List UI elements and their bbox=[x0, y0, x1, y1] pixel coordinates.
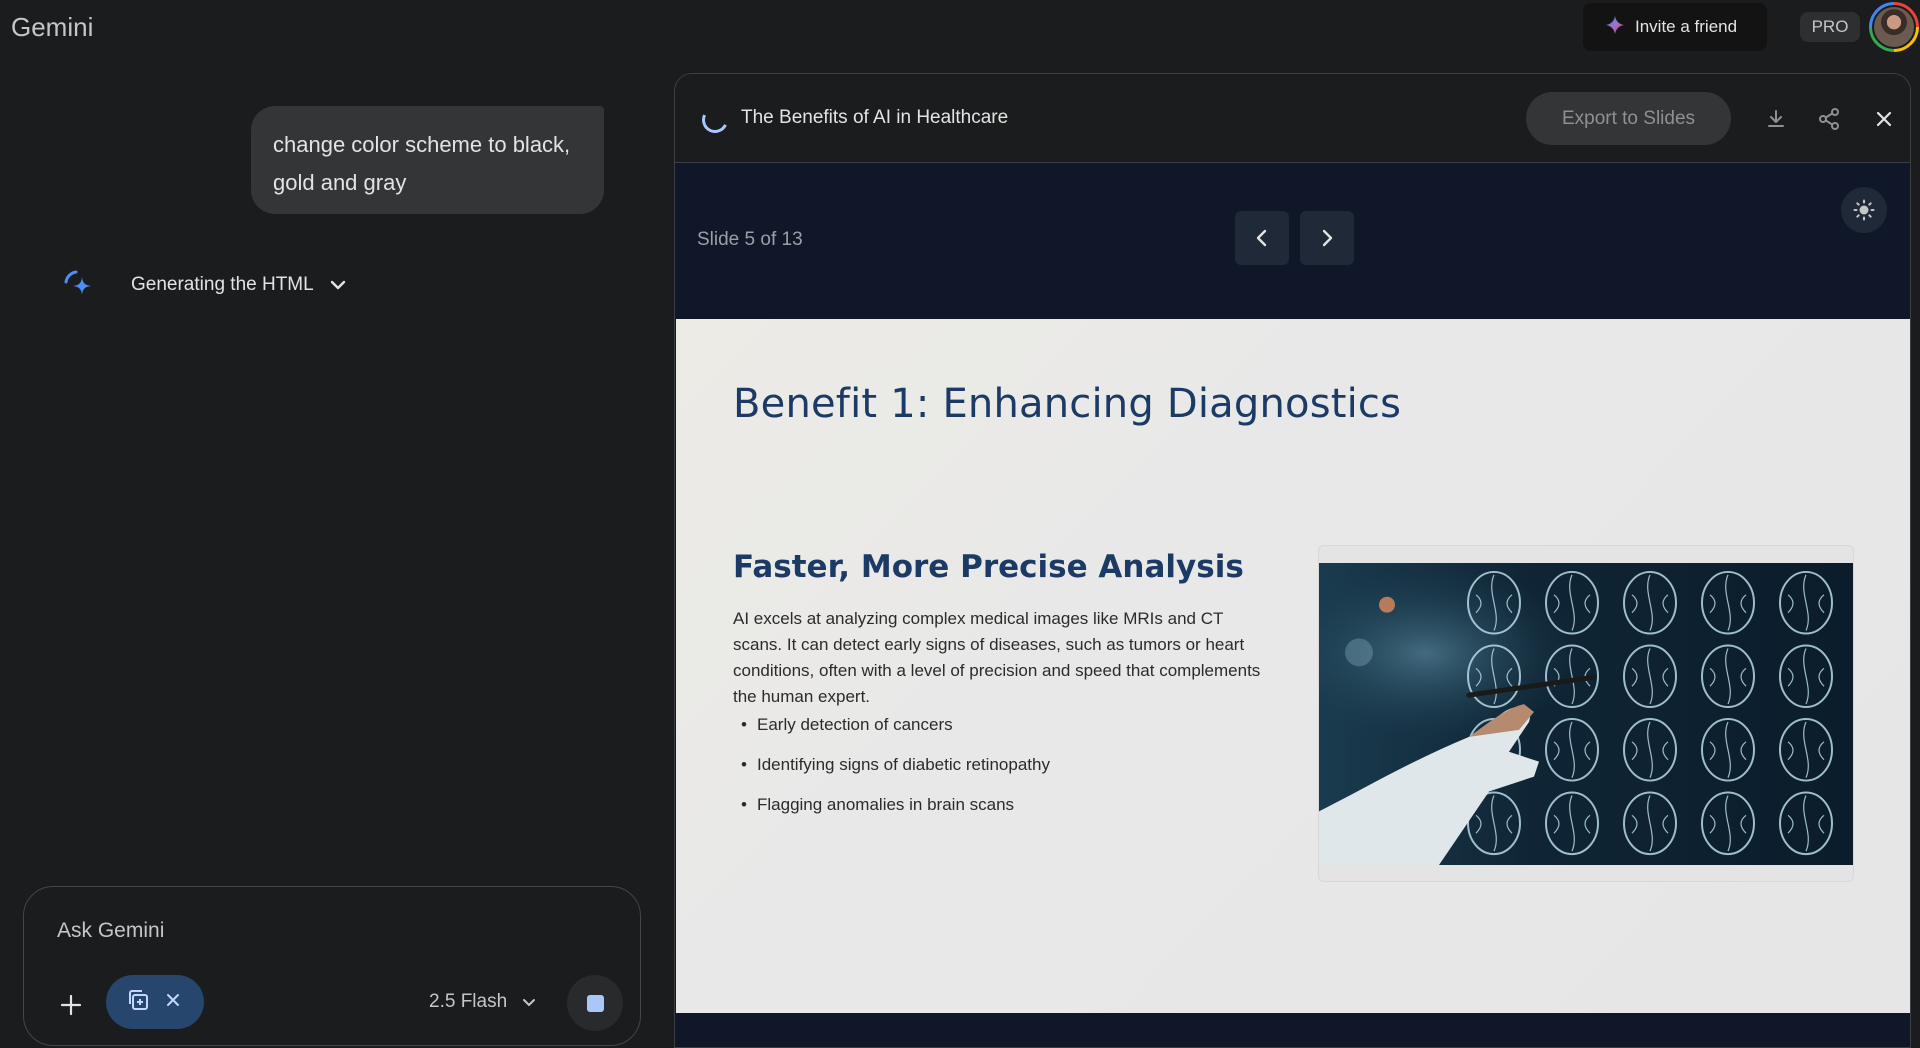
chevron-down-icon bbox=[523, 999, 536, 1007]
canvas-tool-chip[interactable] bbox=[106, 975, 204, 1029]
next-slide-button[interactable] bbox=[1300, 211, 1354, 265]
invite-friend-label: Invite a friend bbox=[1635, 17, 1738, 36]
gemini-sparkle-icon bbox=[62, 268, 96, 302]
download-icon[interactable] bbox=[1759, 102, 1793, 136]
bullet-item: Identifying signs of diabetic retinopath… bbox=[733, 752, 1273, 792]
model-label: 2.5 Flash bbox=[429, 991, 508, 1012]
chevron-left-icon bbox=[1256, 229, 1267, 247]
stop-icon bbox=[586, 994, 604, 1012]
export-to-slides-button[interactable]: Export to Slides bbox=[1526, 92, 1731, 145]
slide: Benefit 1: Enhancing Diagnostics Faster,… bbox=[676, 319, 1910, 1013]
chevron-down-icon[interactable] bbox=[328, 275, 348, 295]
slide-subtitle: Faster, More Precise Analysis bbox=[733, 549, 1244, 585]
avatar[interactable] bbox=[1869, 2, 1919, 52]
share-icon[interactable] bbox=[1812, 102, 1846, 136]
brightness-icon bbox=[1853, 199, 1875, 221]
loading-spinner-icon bbox=[698, 103, 732, 137]
close-icon[interactable] bbox=[1867, 102, 1901, 136]
app-logo[interactable]: Gemini bbox=[11, 12, 93, 43]
remove-tool-icon[interactable] bbox=[166, 993, 180, 1012]
user-message: change color scheme to black, gold and g… bbox=[251, 106, 604, 214]
bullet-item: Flagging anomalies in brain scans bbox=[733, 792, 1273, 832]
stop-generation-button[interactable] bbox=[567, 975, 623, 1031]
previous-slide-button[interactable] bbox=[1235, 211, 1289, 265]
slide-paragraph: AI excels at analyzing complex medical i… bbox=[733, 609, 1261, 706]
slide-body: AI excels at analyzing complex medical i… bbox=[733, 606, 1273, 832]
slide-counter: Slide 5 of 13 bbox=[697, 229, 803, 250]
status-label: Generating the HTML bbox=[131, 274, 314, 295]
canvas-title: The Benefits of AI in Healthcare bbox=[741, 107, 1009, 128]
ask-gemini-input[interactable] bbox=[57, 919, 557, 943]
slide-image bbox=[1318, 545, 1854, 882]
bullet-item: Early detection of cancers bbox=[733, 712, 1273, 752]
brain-scan-image bbox=[1319, 563, 1853, 865]
invite-friend-button[interactable]: Invite a friend bbox=[1583, 3, 1767, 51]
prompt-composer: 2.5 Flash bbox=[23, 886, 641, 1046]
slide-title: Benefit 1: Enhancing Diagnostics bbox=[733, 381, 1402, 427]
slide-viewer: Slide 5 of 13 Benefit 1: Enhancing Diagn… bbox=[675, 163, 1910, 1047]
add-attachment-button[interactable] bbox=[51, 985, 91, 1025]
pro-badge[interactable]: PRO bbox=[1800, 12, 1860, 42]
plus-icon bbox=[60, 994, 82, 1016]
chevron-right-icon bbox=[1322, 229, 1333, 247]
canvas-icon bbox=[126, 988, 150, 1017]
canvas-header: The Benefits of AI in Healthcare Export … bbox=[675, 74, 1910, 163]
canvas-panel: The Benefits of AI in Healthcare Export … bbox=[674, 73, 1911, 1048]
slide-bullets: Early detection of cancers Identifying s… bbox=[733, 712, 1273, 832]
generation-status[interactable]: Generating the HTML bbox=[62, 268, 348, 302]
sparkle-icon bbox=[1605, 15, 1625, 40]
model-selector[interactable]: 2.5 Flash bbox=[429, 991, 537, 1013]
theme-toggle-button[interactable] bbox=[1841, 187, 1887, 233]
